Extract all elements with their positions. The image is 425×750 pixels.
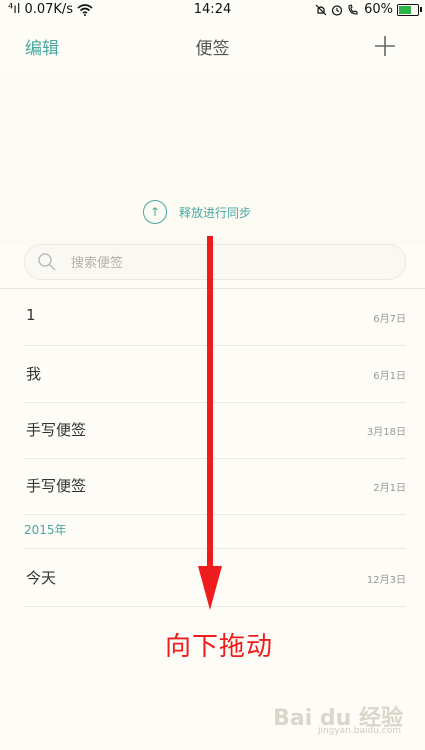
- watermark-url: jingyan.baidu.com: [317, 726, 401, 736]
- drag-instruction: 向下拖动: [165, 632, 274, 662]
